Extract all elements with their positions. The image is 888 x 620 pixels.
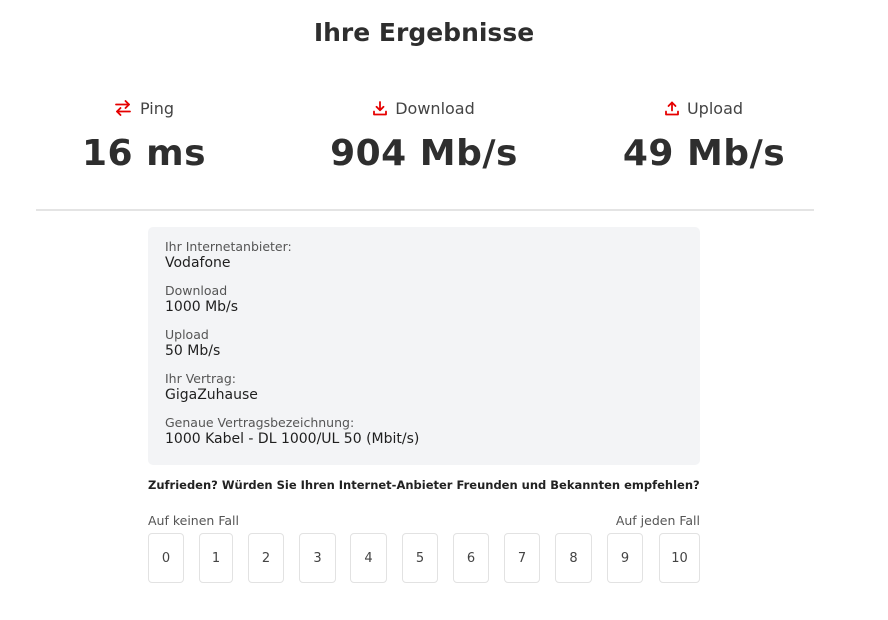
upload-icon [665,101,679,116]
info-value: 1000 Mb/s [165,299,239,315]
divider [36,209,814,211]
info-contract: Ihr Vertrag: GigaZuhause [165,371,683,415]
rating-button-3[interactable]: 3 [299,533,336,583]
page-title: Ihre Ergebnisse [313,18,535,47]
ping-metric: Ping 16 ms [64,95,224,175]
swap-arrows-icon [114,100,132,116]
download-label: Download [395,98,475,118]
scale-min-label: Auf keinen Fall [148,513,239,528]
info-download: Download 1000 Mb/s [165,283,683,327]
upload-label: Upload [686,98,744,118]
scale-max-label: Auf jeden Fall [615,513,700,528]
info-upload: Upload 50 Mb/s [165,327,683,371]
info-label: Download [165,283,228,298]
rating-button-6[interactable]: 6 [453,533,489,583]
info-value: 1000 Kabel - DL 1000/UL 50 (Mbit/s) [165,431,420,447]
info-label: Ihr Vertrag: [165,371,236,386]
info-contract-name: Genaue Vertragsbezeichnung: 1000 Kabel -… [165,415,683,459]
rating-button-2[interactable]: 2 [248,533,284,583]
rating-button-5[interactable]: 5 [402,533,438,583]
rating-button-9[interactable]: 9 [607,533,643,583]
upload-metric: Upload 49 Mb/s [594,95,814,175]
rating-button-7[interactable]: 7 [504,533,540,583]
download-icon [373,100,388,116]
rating-button-4[interactable]: 4 [350,533,387,583]
info-value: Vodafone [165,255,231,271]
info-value: 50 Mb/s [165,343,221,359]
info-label: Genaue Vertragsbezeichnung: [165,415,355,430]
info-value: GigaZuhause [165,387,258,403]
rating-button-10[interactable]: 10 [659,533,700,583]
info-label: Ihr Internetanbieter: [165,239,292,254]
download-value: 904 Mb/s [330,133,518,174]
ping-value: 16 ms [81,133,207,174]
info-label: Upload [165,327,209,342]
ping-label: Ping [139,98,175,118]
upload-value: 49 Mb/s [622,133,786,174]
survey-question: Zufrieden? Würden Sie Ihren Internet-Anb… [148,478,700,492]
rating-button-1[interactable]: 1 [199,533,233,583]
info-provider: Ihr Internetanbieter: Vodafone [165,239,683,283]
rating-button-0[interactable]: 0 [148,533,184,583]
provider-info-box: Ihr Internetanbieter: Vodafone Download … [148,227,700,465]
download-metric: Download 904 Mb/s [304,95,544,175]
rating-button-8[interactable]: 8 [555,533,592,583]
